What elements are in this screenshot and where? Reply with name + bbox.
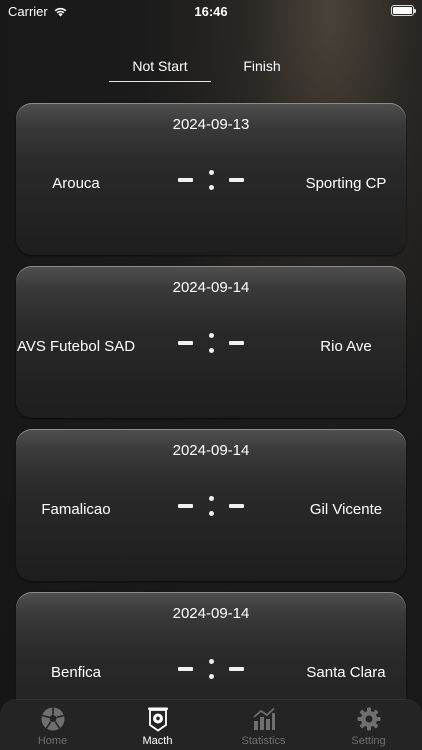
tabbar-item-statistics[interactable]: Statistics (211, 700, 316, 750)
match-card[interactable]: 2024-09-14 AVS Futebol SAD Rio Ave (16, 266, 406, 418)
bottom-tab-bar: Home Macth Statistics Setting (0, 700, 422, 750)
home-team: AVS Futebol SAD (16, 337, 136, 355)
score-placeholder (178, 329, 244, 357)
tabbar-label: Statistics (241, 735, 286, 747)
status-time: 16:46 (194, 4, 228, 19)
away-team: Gil Vicente (309, 500, 383, 518)
tabbar-label: Setting (351, 735, 386, 747)
score-placeholder (178, 492, 244, 520)
status-bar: Carrier 16:46 (0, 0, 422, 22)
tabbar-item-match[interactable]: Macth (105, 700, 210, 750)
banner-ball-icon (148, 707, 168, 732)
tabbar-item-home[interactable]: Home (0, 700, 105, 750)
score-placeholder (178, 166, 244, 194)
match-filter-tabs: Not Start Finish (0, 58, 422, 84)
match-card[interactable]: 2024-09-13 Arouca Sporting CP (16, 103, 406, 255)
tabbar-label: Home (37, 735, 68, 747)
away-team: Sporting CP (305, 174, 387, 192)
home-team: Arouca (52, 174, 100, 192)
tab-not-start[interactable]: Not Start (109, 58, 211, 82)
soccer-ball-icon (41, 707, 65, 731)
tabbar-label: Macth (142, 735, 173, 747)
tab-finish[interactable]: Finish (222, 58, 302, 82)
gear-icon (357, 707, 381, 731)
battery-icon (391, 5, 416, 16)
match-card[interactable]: 2024-09-14 Famalicao Gil Vicente (16, 429, 406, 581)
score-placeholder (178, 655, 244, 683)
match-screen: Carrier 16:46 Not Start Finish 2024-09-1… (0, 0, 422, 750)
tabbar-item-setting[interactable]: Setting (316, 700, 421, 750)
bar-chart-icon (253, 707, 275, 730)
away-team: Rio Ave (320, 337, 372, 355)
home-team: Famalicao (41, 500, 111, 518)
